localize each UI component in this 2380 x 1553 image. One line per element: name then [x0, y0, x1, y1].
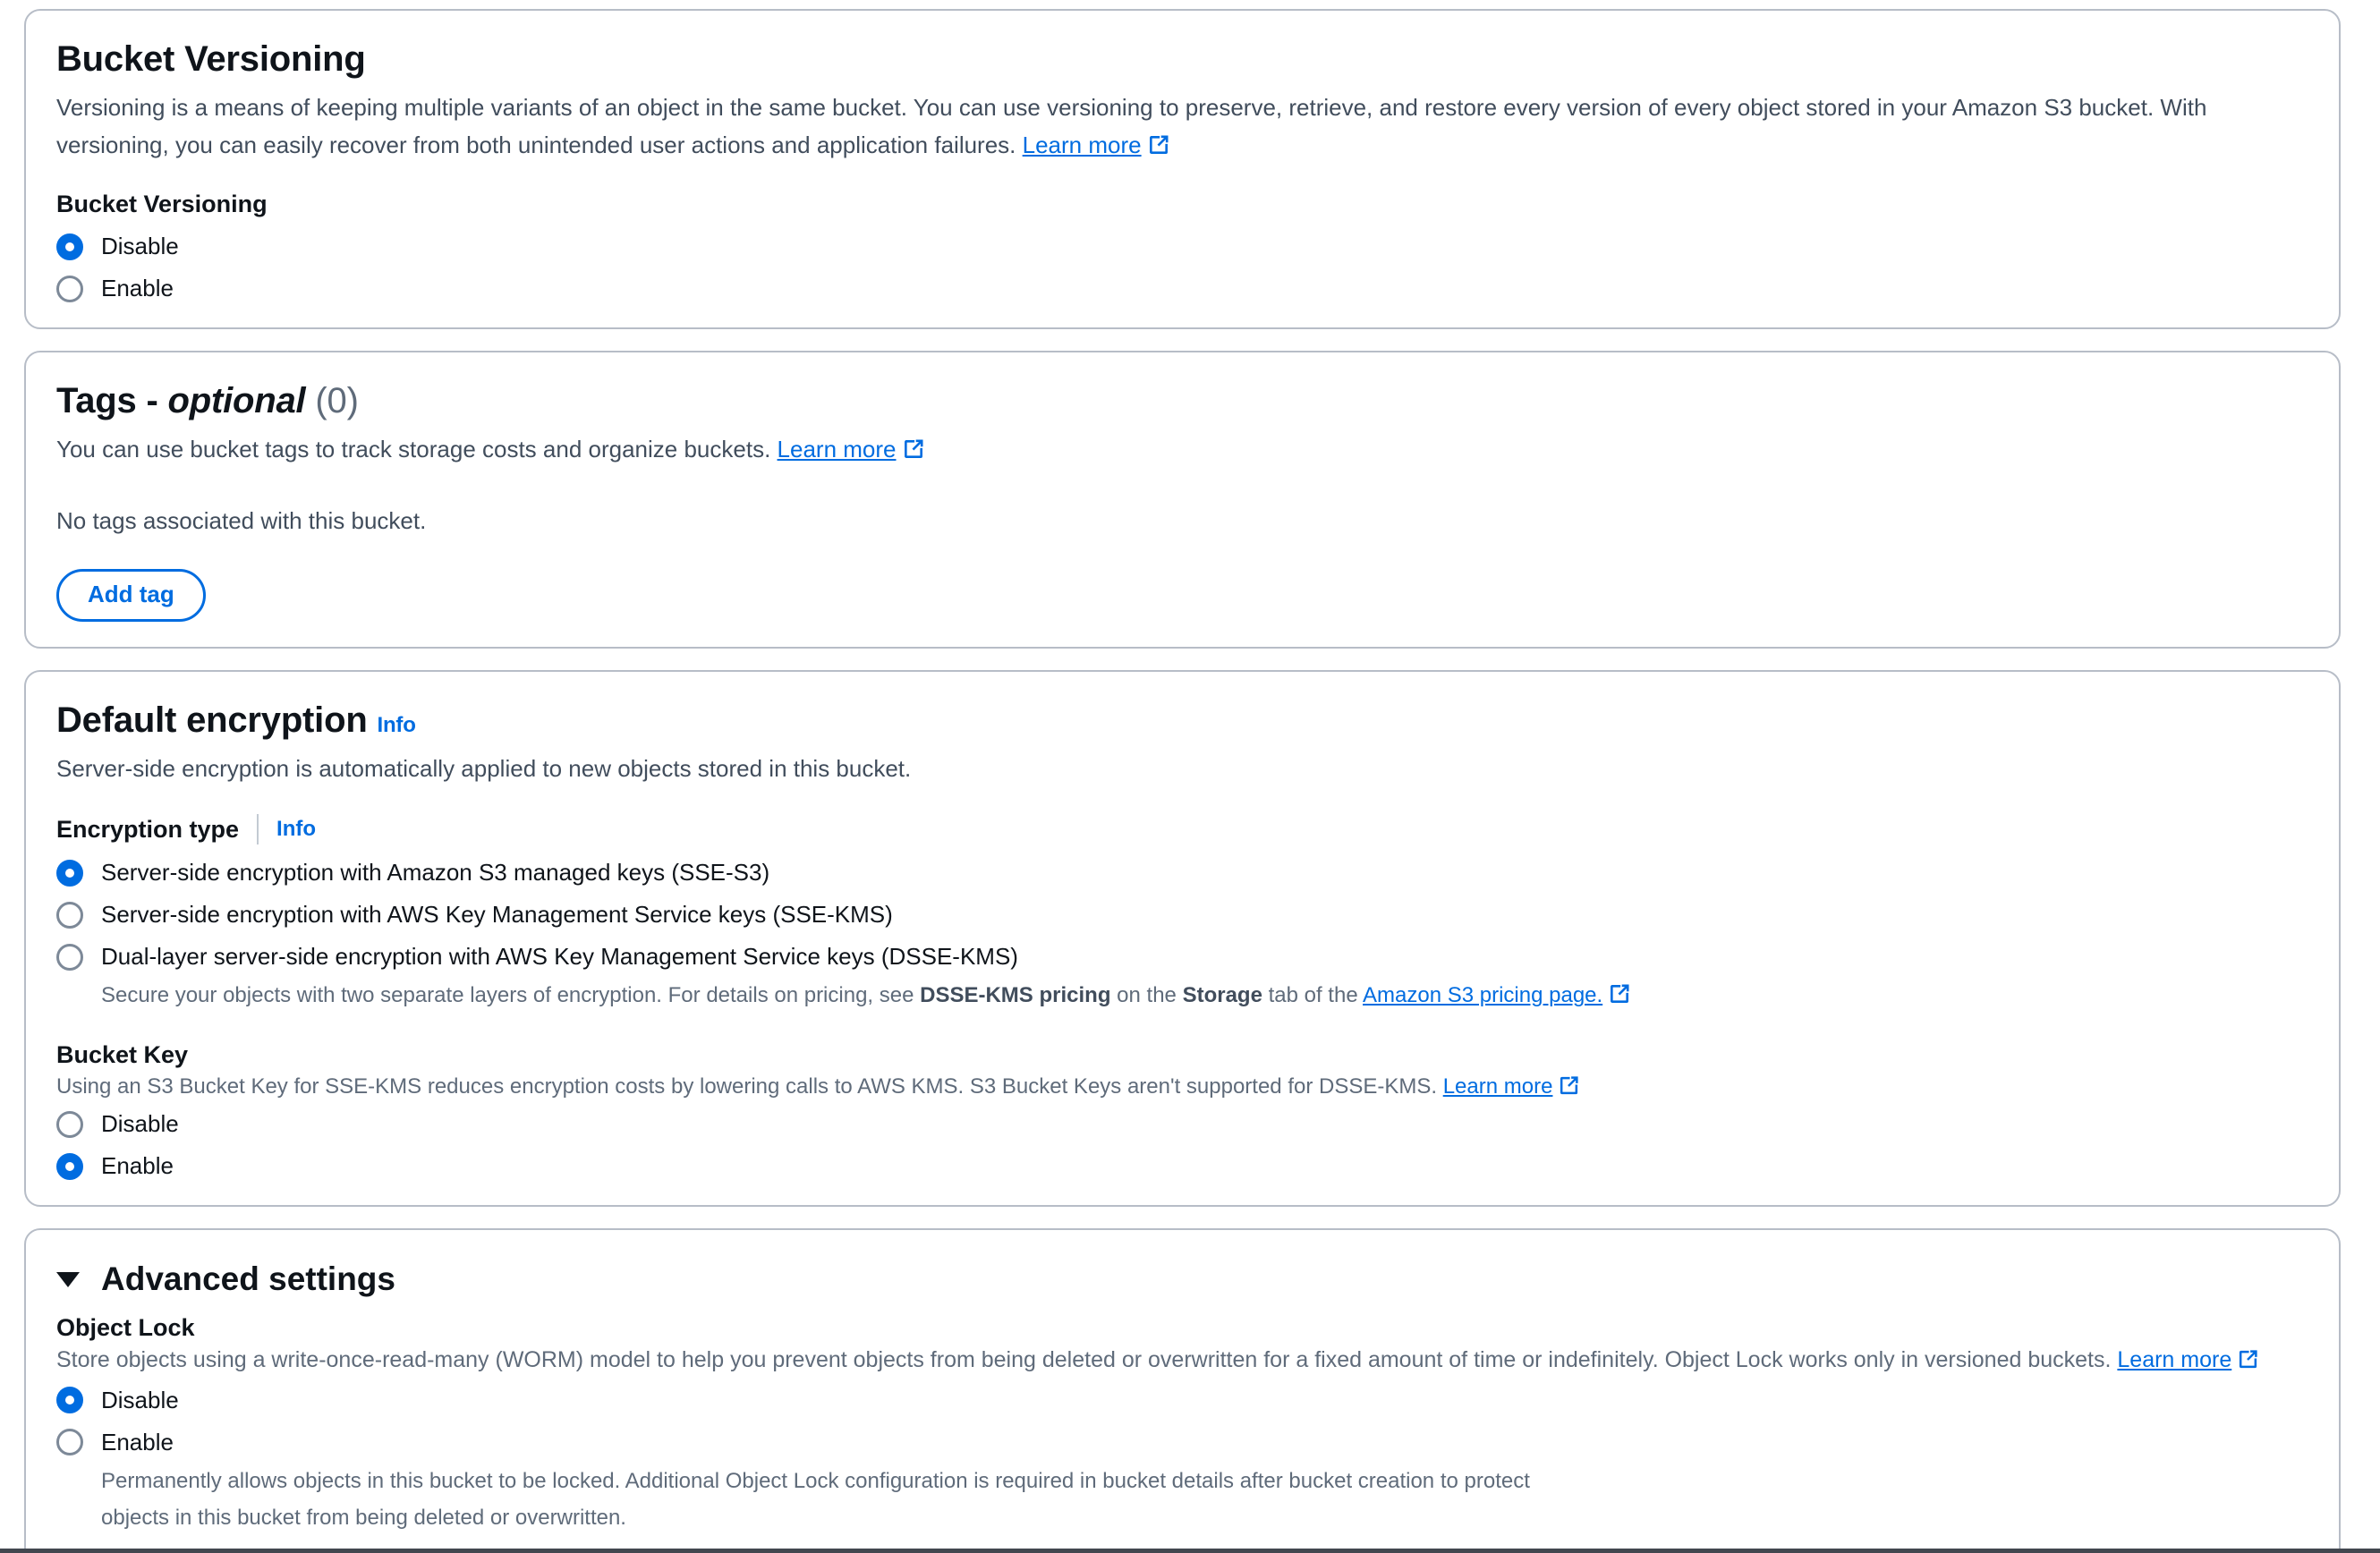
bucket-key-description: Using an S3 Bucket Key for SSE-KMS reduc… [56, 1071, 2307, 1103]
encryption-dsse-kms-option[interactable]: Dual-layer server-side encryption with A… [56, 943, 2307, 971]
bottom-divider [0, 1549, 2380, 1553]
dsse-kms-note: Secure your objects with two separate la… [101, 978, 2307, 1014]
bucket-versioning-title: Bucket Versioning [56, 39, 2307, 80]
tags-panel: Tags - optional (0) You can use bucket t… [24, 351, 2341, 649]
s3-create-bucket-settings-page: Bucket Versioning Versioning is a means … [0, 0, 2380, 1553]
default-encryption-info-link[interactable]: Info [377, 713, 415, 737]
tags-title-optional: optional [168, 381, 306, 420]
radio-unselected-icon[interactable] [56, 1429, 83, 1455]
caret-down-icon [56, 1272, 80, 1287]
default-encryption-description: Server-side encryption is automatically … [56, 750, 2275, 787]
object-lock-learn-more-link[interactable]: Learn more [2117, 1347, 2259, 1372]
bucket-key-label: Bucket Key [56, 1041, 2307, 1069]
encryption-type-label: Encryption type Info [56, 814, 2307, 844]
external-link-icon [902, 437, 925, 461]
external-link-icon [2237, 1348, 2259, 1371]
tags-learn-more-link[interactable]: Learn more [778, 436, 925, 463]
object-lock-disable-option[interactable]: Disable [56, 1387, 2307, 1414]
bucket-versioning-field-label: Bucket Versioning [56, 191, 2307, 218]
tags-description: You can use bucket tags to track storage… [56, 430, 2275, 468]
radio-unselected-icon[interactable] [56, 902, 83, 929]
advanced-settings-header[interactable]: Advanced settings [56, 1260, 2307, 1298]
encryption-sse-s3-option[interactable]: Server-side encryption with Amazon S3 ma… [56, 859, 2307, 887]
storage-tab-bold: Storage [1183, 983, 1262, 1007]
object-lock-enable-description: Permanently allows objects in this bucke… [101, 1464, 1586, 1537]
no-tags-message: No tags associated with this bucket. [56, 507, 2307, 535]
versioning-learn-more-link[interactable]: Learn more [1023, 132, 1170, 158]
tags-count: (0) [315, 381, 358, 420]
encryption-sse-kms-option[interactable]: Server-side encryption with AWS Key Mana… [56, 901, 2307, 929]
object-lock-description: Store objects using a write-once-read-ma… [56, 1344, 2307, 1378]
s3-pricing-page-link[interactable]: Amazon S3 pricing page. [1363, 983, 1631, 1007]
dsse-pricing-bold: DSSE-KMS pricing [920, 983, 1110, 1007]
radio-unselected-icon[interactable] [56, 1111, 83, 1138]
bucket-versioning-description: Versioning is a means of keeping multipl… [56, 89, 2275, 164]
vertical-divider [257, 814, 259, 844]
radio-selected-icon[interactable] [56, 233, 83, 260]
radio-unselected-icon[interactable] [56, 276, 83, 302]
versioning-enable-option[interactable]: Enable [56, 275, 2307, 302]
radio-selected-icon[interactable] [56, 1387, 83, 1413]
external-link-icon [1608, 982, 1631, 1006]
bucket-key-disable-option[interactable]: Disable [56, 1110, 2307, 1138]
default-encryption-title: Default encryption Info [56, 700, 2307, 741]
encryption-type-info-link[interactable]: Info [276, 817, 316, 842]
object-lock-label: Object Lock [56, 1314, 2307, 1342]
add-tag-button[interactable]: Add tag [56, 569, 206, 622]
bucket-key-enable-option[interactable]: Enable [56, 1152, 2307, 1180]
radio-selected-icon[interactable] [56, 1153, 83, 1180]
default-encryption-panel: Default encryption Info Server-side encr… [24, 670, 2341, 1207]
radio-selected-icon[interactable] [56, 860, 83, 887]
versioning-disable-option[interactable]: Disable [56, 233, 2307, 260]
advanced-settings-panel: Advanced settings Object Lock Store obje… [24, 1228, 2341, 1553]
bucket-versioning-panel: Bucket Versioning Versioning is a means … [24, 9, 2341, 329]
object-lock-enable-option[interactable]: Enable [56, 1429, 2307, 1456]
external-link-icon [1147, 133, 1170, 157]
radio-unselected-icon[interactable] [56, 944, 83, 971]
external-link-icon [1558, 1074, 1580, 1097]
tags-title: Tags - optional (0) [56, 381, 2307, 421]
bucket-key-learn-more-link[interactable]: Learn more [1443, 1074, 1581, 1099]
